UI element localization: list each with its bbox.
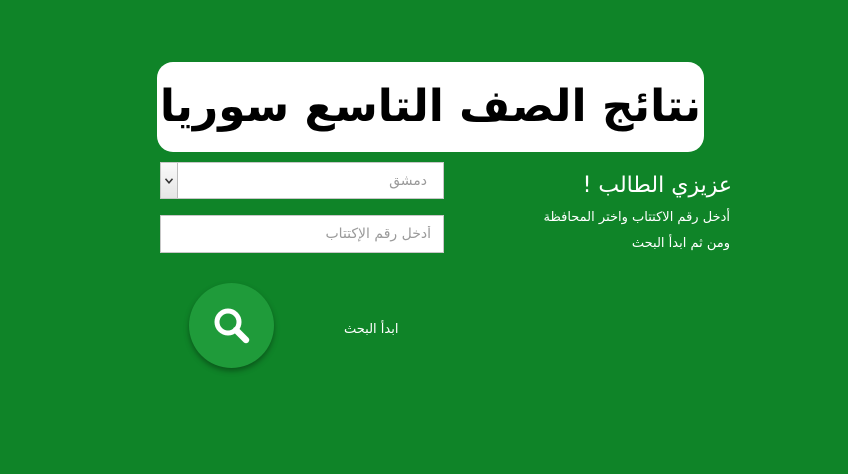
instructions-line-2: ومن ثم ابدأ البحث bbox=[631, 236, 730, 251]
instructions-line-1: أدخل رقم الاكتتاب واختر المحافظة bbox=[543, 210, 730, 225]
governorate-select[interactable]: دمشق bbox=[160, 162, 444, 199]
instructions-title: عزيزي الطالب ! bbox=[582, 173, 732, 198]
search-button[interactable] bbox=[189, 283, 274, 368]
exam-number-input[interactable] bbox=[160, 215, 444, 253]
page-title: نتائج الصف التاسع سوريا bbox=[159, 81, 702, 132]
governorate-select-value: دمشق bbox=[389, 172, 427, 189]
title-banner: نتائج الصف التاسع سوريا bbox=[157, 62, 704, 152]
chevron-down-icon[interactable] bbox=[161, 163, 178, 198]
search-button-label[interactable]: ابدأ البحث bbox=[344, 322, 398, 337]
search-icon bbox=[214, 308, 249, 343]
